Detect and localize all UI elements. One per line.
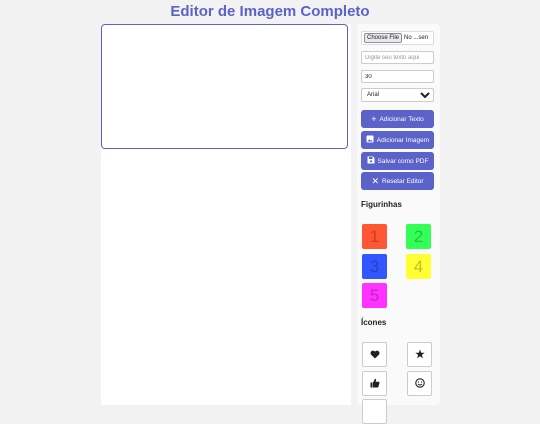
close-icon: ✕ [371, 175, 379, 186]
plus-icon: + [371, 113, 377, 124]
smile-icon [414, 375, 425, 393]
add-image-button[interactable]: Adicionar Imagem [361, 131, 434, 149]
thumbs-up-icon [370, 375, 380, 393]
save-icon [367, 156, 375, 166]
sticker-1[interactable]: 1 [362, 224, 387, 249]
sticker-label: 5 [369, 285, 380, 305]
reset-label: Resetar Editor [382, 177, 424, 185]
reset-button[interactable]: ✕ Resetar Editor [361, 172, 434, 190]
star-icon [414, 346, 425, 364]
text-input[interactable] [361, 51, 434, 64]
choose-file-button[interactable]: Choose File [364, 33, 403, 43]
sticker-label: 2 [413, 226, 424, 246]
sticker-3[interactable]: 3 [362, 254, 387, 279]
sticker-4[interactable]: 4 [406, 254, 431, 279]
font-family-select[interactable]: Arial [361, 88, 434, 102]
page-title: Editor de Imagem Completo [170, 3, 370, 20]
icon-option-thumbs-up[interactable] [362, 371, 387, 396]
sticker-2[interactable]: 2 [406, 224, 431, 249]
add-image-label: Adicionar Imagem [376, 136, 430, 144]
icon-option-partial[interactable] [362, 399, 387, 424]
icon-option-smile[interactable] [407, 371, 432, 396]
sticker-label: 1 [369, 226, 380, 246]
icon-option-star[interactable] [407, 342, 432, 367]
file-input[interactable]: Choose File No ...sen [361, 31, 434, 45]
sticker-label: 3 [369, 256, 380, 276]
file-status: No ...sen [404, 35, 429, 41]
font-size-input[interactable] [361, 70, 434, 83]
save-pdf-label: Salvar como PDF [377, 157, 429, 165]
image-canvas[interactable] [101, 24, 348, 149]
image-icon [366, 135, 374, 145]
add-text-label: Adicionar Texto [379, 115, 424, 123]
sticker-5[interactable]: 5 [362, 283, 387, 308]
sticker-label: 4 [413, 256, 424, 276]
stickers-title: Figurinhas [361, 200, 402, 209]
icons-title: Ícones [361, 318, 387, 327]
save-pdf-button[interactable]: Salvar como PDF [361, 152, 434, 170]
icon-option-heart[interactable] [362, 342, 387, 367]
heart-icon [370, 346, 380, 364]
add-text-button[interactable]: + Adicionar Texto [361, 110, 434, 128]
